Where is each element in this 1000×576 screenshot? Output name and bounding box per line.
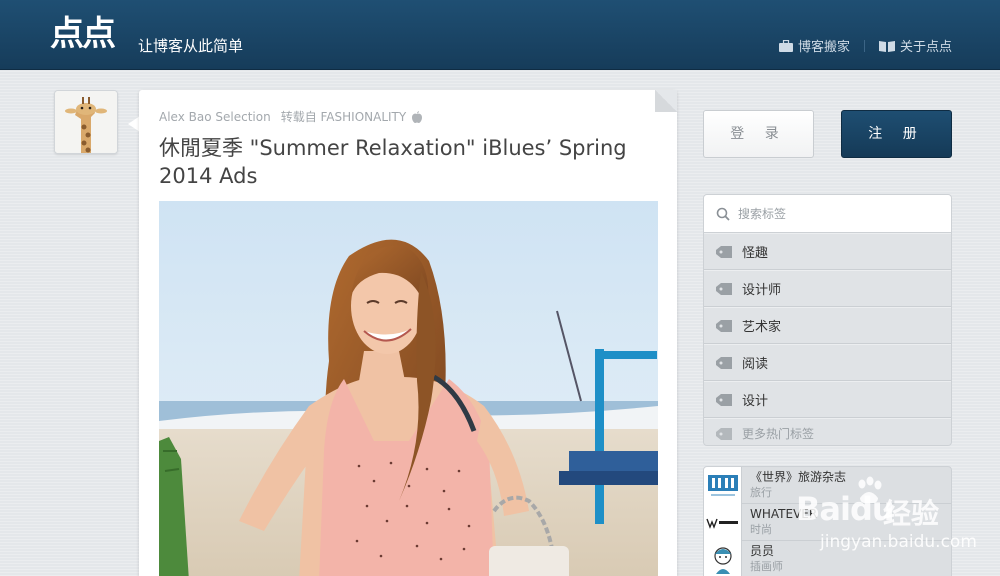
post-photo[interactable] [159,201,658,576]
tag-icon [716,282,732,295]
nav-divider [863,39,865,52]
illustrator-avatar-icon [713,546,732,574]
tag-label: 怪趣 [742,246,769,261]
tag-item[interactable]: 怪趣 [704,233,951,270]
tag-item[interactable]: 设计师 [704,270,951,307]
post-meta: Alex Bao Selection 转载自 FASHIONALITY [159,108,423,125]
rec-name: WHATEVER [750,507,818,521]
tag-label: 艺术家 [742,320,782,335]
list-item[interactable]: 《世界》旅游杂志 旅行 [704,467,951,504]
apple-icon [412,110,423,123]
more-tags-link[interactable]: 更多热门标签 [704,418,951,445]
tag-label: 设计 [742,394,769,409]
tag-item[interactable]: 艺术家 [704,307,951,344]
site-logo[interactable]: 点点 [50,14,116,54]
nav-blog-move-label: 博客搬家 [797,40,850,55]
tag-icon [716,319,732,332]
header-nav: 博客搬家 关于点点 [778,36,952,55]
tag-icon [716,427,732,440]
search-icon [716,207,730,221]
post-title[interactable]: 休閒夏季 "Summer Relaxation" iBlues’ Spring … [159,134,659,190]
recommend-panel: 《世界》旅游杂志 旅行 WHATEVER 时尚 员员 插画师 [703,466,952,576]
nav-about[interactable]: 关于点点 [878,36,952,55]
more-tags-label: 更多热门标签 [742,427,815,441]
tag-panel: 搜索标签 怪趣 设计师 艺术家 阅读 设计 更多热门标签 [703,194,952,446]
tag-label: 设计师 [742,283,782,298]
search-placeholder: 搜索标签 [738,207,787,221]
tag-icon [716,356,732,369]
nav-blog-move[interactable]: 博客搬家 [778,36,850,55]
whatever-logo-icon [705,518,738,529]
site-slogan: 让博客从此简单 [138,37,244,55]
rec-thumbnail [704,504,742,541]
briefcase-icon [778,39,793,52]
tag-icon [716,245,732,258]
rec-category: 旅行 [750,486,772,499]
rec-name: 《世界》旅游杂志 [750,470,847,484]
list-item[interactable]: 员员 插画师 [704,541,951,576]
post-author[interactable]: Alex Bao Selection [159,110,271,124]
rec-category: 插画师 [750,560,783,573]
card-corner-fold [655,90,677,112]
rec-name: 员员 [750,544,775,558]
tag-icon [716,393,732,406]
rec-category: 时尚 [750,523,772,536]
register-button[interactable]: 注 册 [841,110,952,158]
book-icon [878,40,895,52]
nav-about-label: 关于点点 [899,40,952,55]
tag-search-input[interactable]: 搜索标签 [704,195,951,233]
rec-thumbnail [704,541,742,576]
top-header: 点点 让博客从此简单 博客搬家 关于点点 [0,0,1000,70]
tag-item[interactable]: 设计 [704,381,951,418]
list-item[interactable]: WHATEVER 时尚 [704,504,951,541]
world-magazine-logo-icon [707,474,738,496]
tag-item[interactable]: 阅读 [704,344,951,381]
beach-photo-image [159,201,658,576]
login-button[interactable]: 登 录 [703,110,814,158]
author-avatar[interactable] [54,90,118,154]
giraffe-avatar-image [55,91,117,153]
tag-label: 阅读 [742,357,769,372]
rec-thumbnail [704,467,742,504]
post-source[interactable]: 转载自 FASHIONALITY [281,108,407,125]
